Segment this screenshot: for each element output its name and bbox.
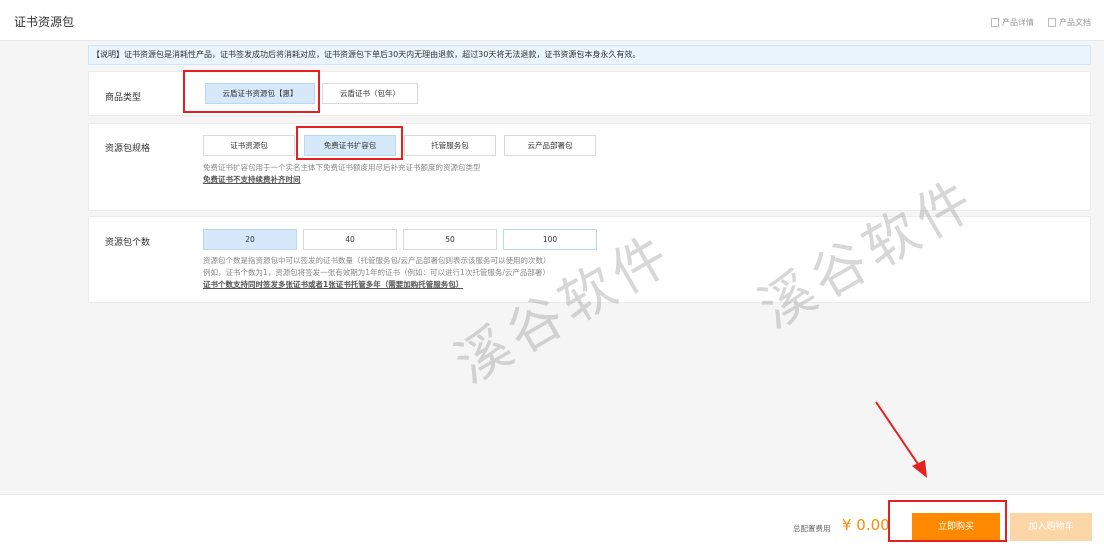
annotation-arrow bbox=[875, 401, 927, 478]
